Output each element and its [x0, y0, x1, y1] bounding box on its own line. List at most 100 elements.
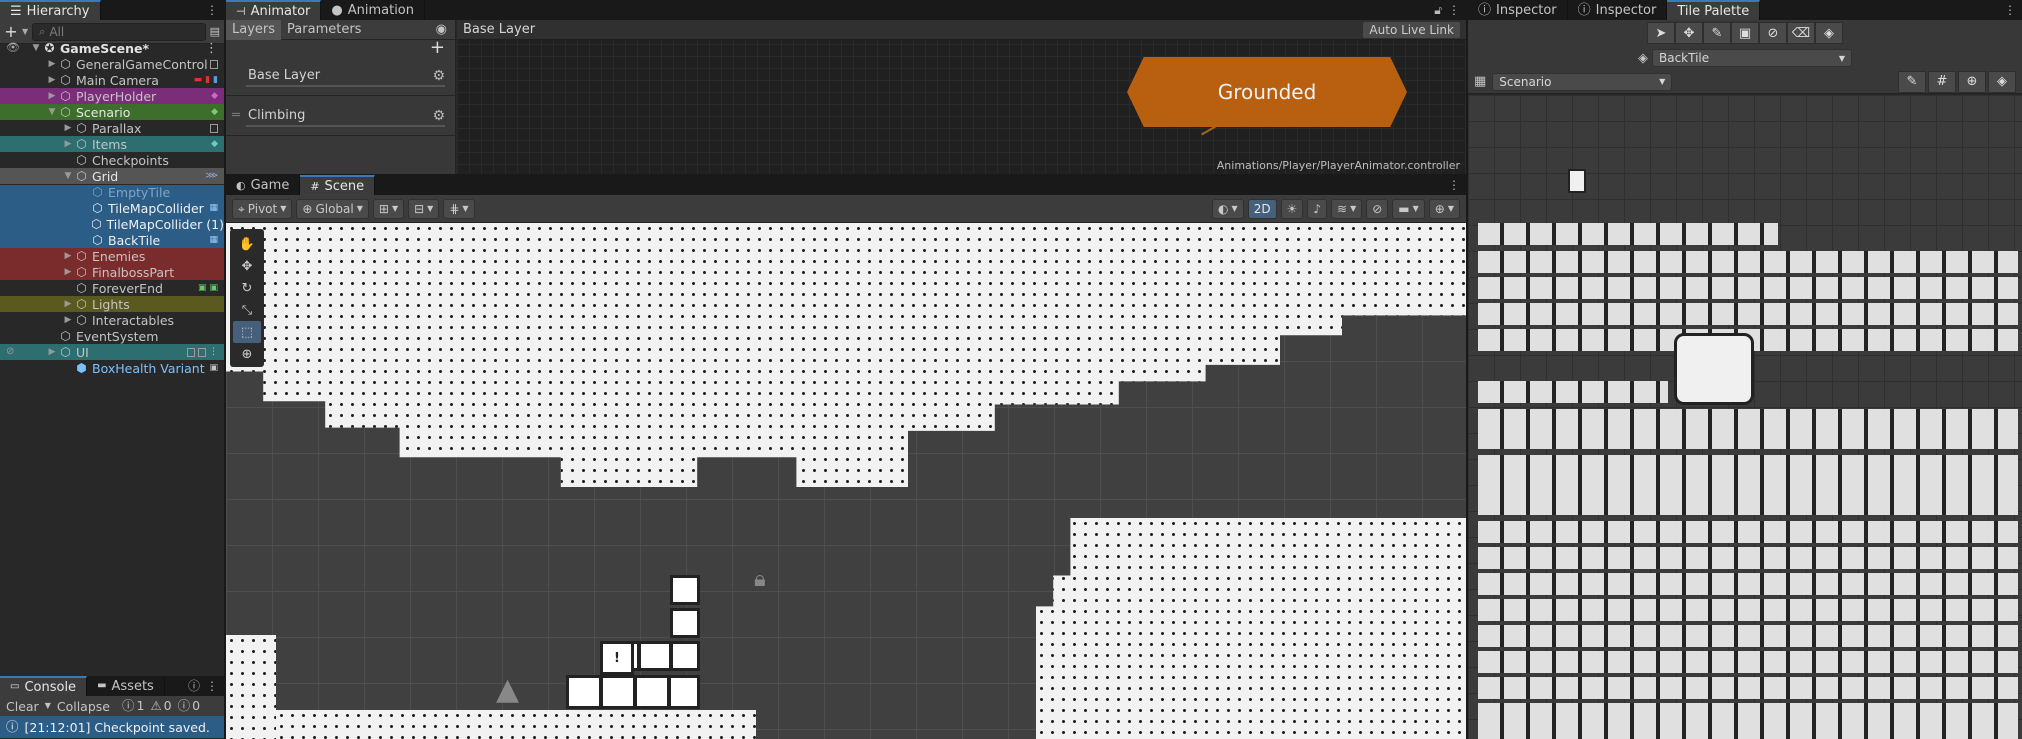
breadcrumb[interactable]: Base Layer	[463, 22, 535, 37]
chevron-right-icon[interactable]: ▶	[62, 315, 74, 325]
tab-assets[interactable]: ▬ Assets	[87, 676, 165, 696]
gear-icon[interactable]: ⚙	[432, 68, 445, 84]
hand-tool-icon[interactable]: ✋	[233, 233, 261, 255]
chevron-right-icon[interactable]: ▶	[62, 251, 74, 261]
list-item[interactable]: ⬡ EventSystem	[0, 328, 224, 344]
list-item[interactable]: ⬡ EmptyTile	[0, 184, 224, 200]
tab-layers[interactable]: Layers	[226, 19, 282, 40]
picker-tool-icon[interactable]: ⊘	[1759, 22, 1787, 44]
error-count-button[interactable]: ⓘ 0	[178, 699, 200, 713]
gizmo-icon[interactable]: ⊕	[1958, 70, 1986, 93]
list-item[interactable]: ⬡ TileMapCollider ▦	[0, 200, 224, 216]
more-options-icon[interactable]: ⋮	[205, 42, 218, 55]
more-options-icon[interactable]: ⋮	[1448, 179, 1460, 191]
add-layer-button[interactable]: +	[430, 39, 445, 57]
list-item[interactable]: ▶ ⬡ Interactables	[0, 312, 224, 328]
list-item[interactable]: ⊘ ▶ ⬡ UI ⋮	[0, 344, 224, 360]
list-item[interactable]: ⬡ BackTile ▦	[0, 232, 224, 248]
scale-tool-icon[interactable]: ⤡	[233, 299, 261, 321]
list-item[interactable]: ▶ ⬡ FinalbossPart	[0, 264, 224, 280]
list-item[interactable]: ▶ ⬡ Items ◆	[0, 136, 224, 152]
eye-icon[interactable]: ◉	[436, 23, 455, 36]
fill-tool-icon[interactable]: ◈	[1815, 22, 1843, 44]
rect-tool-icon[interactable]: ⬚	[233, 321, 261, 343]
hidden-objects-toggle[interactable]: ⊘	[1366, 198, 1389, 219]
gizmos-dropdown[interactable]: ⊕ ▼	[1428, 198, 1460, 219]
list-item[interactable]: ▶ ⬡ PlayerHolder ◆	[0, 88, 224, 104]
lighting-toggle[interactable]: ☀	[1280, 198, 1304, 219]
transform-tool-icon[interactable]: ⊕	[233, 343, 261, 365]
state-node[interactable]: Grounded	[1127, 57, 1407, 127]
list-item[interactable]: ⬡ TileMapCollider (1)	[0, 216, 224, 232]
list-item[interactable]: ▶ ⬡ Lights	[0, 296, 224, 312]
chevron-down-icon[interactable]: ▼	[45, 702, 51, 710]
list-item[interactable]: ▼ ✪ GameScene* ⋮	[0, 40, 224, 56]
tile-item[interactable]	[1568, 169, 1586, 193]
tab-inspector[interactable]: ⓘ Inspector	[1468, 0, 1568, 20]
warning-count-button[interactable]: ⚠ 0	[150, 699, 171, 713]
visibility-eye-icon[interactable]: 👁	[6, 42, 20, 53]
move-tool-icon[interactable]: ✥	[233, 255, 261, 277]
more-options-icon[interactable]: ⋮	[206, 4, 218, 16]
tab-animator[interactable]: ⊣ Animator	[226, 0, 322, 20]
gear-icon[interactable]: ⚙	[432, 108, 445, 124]
tab-console[interactable]: ▭ Console	[0, 676, 88, 696]
grid-snapping-button[interactable]: ⊞ ▼	[372, 198, 405, 219]
tab-parameters[interactable]: Parameters	[281, 20, 367, 40]
collapse-button[interactable]: Collapse	[57, 699, 110, 714]
tab-tile-palette[interactable]: Tile Palette	[1667, 0, 1761, 20]
eraser-tool-icon[interactable]: ⌫	[1787, 22, 1815, 44]
layer-row[interactable]: Base Layer ⚙	[226, 56, 455, 96]
camera-dropdown[interactable]: ▬ ▼	[1392, 198, 1425, 219]
chevron-right-icon[interactable]: ▶	[46, 59, 58, 69]
chevron-right-icon[interactable]: ▶	[62, 267, 74, 277]
more-options-icon[interactable]: ⋮	[2004, 4, 2016, 16]
paint-icon[interactable]: ◈	[1988, 70, 2016, 93]
scene-viewport[interactable]: ! 🔒︎ ▲ ✋ ✥ ↻ ⤡ ⬚ ⊕	[226, 223, 1466, 739]
list-item[interactable]: ▶ ⬡ Main Camera ▬ ▮ ▮	[0, 72, 224, 88]
select-tool-icon[interactable]: ➤	[1647, 22, 1675, 44]
chevron-right-icon[interactable]: ▶	[46, 347, 58, 357]
edit-palette-icon[interactable]: ✎	[1898, 70, 1926, 93]
chevron-right-icon[interactable]: ▶	[62, 299, 74, 309]
layer-row[interactable]: ═ Climbing ⚙	[226, 96, 455, 136]
tab-hierarchy[interactable]: ☰ Hierarchy	[0, 0, 101, 20]
tile-palette-grid[interactable]	[1468, 95, 2022, 739]
chevron-right-icon[interactable]: ▶	[46, 91, 58, 101]
list-item[interactable]: ▶ ⬡ GeneralGameControl	[0, 56, 224, 72]
brush-tool-icon[interactable]: ✎	[1703, 22, 1731, 44]
chevron-down-icon[interactable]: ▼	[46, 107, 58, 117]
box-fill-tool-icon[interactable]: ▣	[1731, 22, 1759, 44]
search-input[interactable]: ⌕ All	[32, 22, 206, 41]
draw-mode-dropdown[interactable]: ◐ ▼	[1212, 198, 1244, 219]
more-options-icon[interactable]: ⋮	[206, 680, 218, 692]
tab-animation[interactable]: ● Animation	[321, 0, 425, 20]
effects-dropdown[interactable]: ≋ ▼	[1331, 198, 1363, 219]
tile-item[interactable]	[1674, 333, 1754, 405]
hidden-eye-icon[interactable]: ⊘	[6, 347, 14, 357]
grid-visibility-button[interactable]: ⊟ ▼	[408, 198, 440, 219]
chevron-right-icon[interactable]: ▶	[62, 139, 74, 149]
grid-icon[interactable]: #	[1928, 70, 1956, 93]
global-dropdown[interactable]: ⊕ Global ▼	[296, 198, 369, 219]
clear-button[interactable]: Clear	[6, 699, 39, 714]
move-tool-icon[interactable]: ✥	[1675, 22, 1703, 44]
list-item[interactable]: ⬡ ForeverEnd ▣ ▣	[0, 280, 224, 296]
scene-visibility-icon[interactable]: ▤	[210, 26, 220, 37]
chevron-right-icon[interactable]: ▶	[46, 75, 58, 85]
drag-handle-icon[interactable]: ═	[232, 109, 240, 122]
toggle-2d-button[interactable]: 2D	[1247, 198, 1277, 219]
chevron-down-icon[interactable]: ▼	[62, 171, 74, 181]
lock-icon[interactable]: 🔓︎	[1434, 4, 1442, 16]
list-item[interactable]: ▶ ⬡ Enemies	[0, 248, 224, 264]
list-item[interactable]: ▼ ⬡ Scenario ◆	[0, 104, 224, 120]
auto-live-link-button[interactable]: Auto Live Link	[1363, 21, 1460, 38]
chevron-right-icon[interactable]: ▶	[62, 123, 74, 133]
more-options-icon[interactable]: ⋮	[1448, 4, 1460, 16]
animator-graph[interactable]: Base Layer Auto Live Link Grounded Anima…	[457, 20, 1466, 174]
tab-inspector-2[interactable]: ⓘ Inspector	[1568, 0, 1668, 20]
chevron-down-icon[interactable]: ▼	[22, 27, 28, 36]
list-item[interactable]: ▼ ⬡ Grid ⋙	[0, 168, 224, 184]
active-tilemap-dropdown[interactable]: BackTile ▼	[1652, 49, 1852, 67]
list-item[interactable]: ▶ ⬡ Parallax	[0, 120, 224, 136]
